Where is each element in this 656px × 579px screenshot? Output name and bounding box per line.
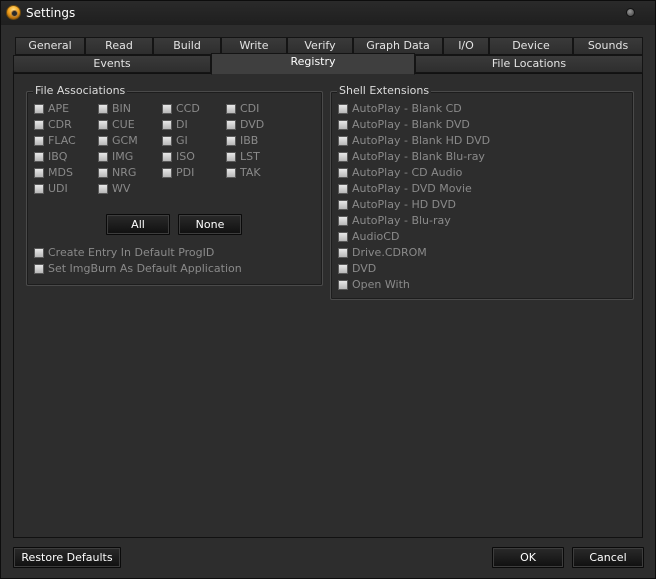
title-bar: Settings	[1, 1, 655, 25]
tab-general[interactable]: General	[15, 37, 85, 55]
assoc-cdi-label: CDI	[240, 102, 260, 115]
assoc-iso-checkbox[interactable]	[162, 152, 172, 162]
assoc-cue-label: CUE	[112, 118, 135, 131]
shell-autoplay-blu-ray-label: AutoPlay - Blu-ray	[352, 214, 451, 227]
tab-device[interactable]: Device	[489, 37, 573, 55]
shell-autoplay-cd-audio-checkbox[interactable]	[338, 168, 348, 178]
app-disc-icon	[6, 5, 21, 20]
assoc-ccd-checkbox[interactable]	[162, 104, 172, 114]
assoc-wv-label: WV	[112, 182, 131, 195]
shell-autoplay-hd-dvd-label: AutoPlay - HD DVD	[352, 198, 456, 211]
window-title: Settings	[26, 6, 76, 20]
assoc-lst-label: LST	[240, 150, 260, 163]
shell-autoplay-blank-cd-label: AutoPlay - Blank CD	[352, 102, 462, 115]
shell-audiocd-checkbox[interactable]	[338, 232, 348, 242]
assoc-iso-label: ISO	[176, 150, 195, 163]
none-button[interactable]: None	[178, 214, 242, 235]
assoc-ibq-checkbox[interactable]	[34, 152, 44, 162]
file-associations-label: File Associations	[33, 84, 128, 97]
assoc-ibq-label: IBQ	[48, 150, 68, 163]
all-button[interactable]: All	[106, 214, 170, 235]
shell-drive-cdrom-label: Drive.CDROM	[352, 246, 427, 259]
assoc-ape-checkbox[interactable]	[34, 104, 44, 114]
assoc-flac-checkbox[interactable]	[34, 136, 44, 146]
assoc-ape-label: APE	[48, 102, 70, 115]
set-imgburn-as-default-application-label: Set ImgBurn As Default Application	[48, 262, 242, 275]
assoc-cdr-label: CDR	[48, 118, 72, 131]
shell-audiocd-label: AudioCD	[352, 230, 400, 243]
assoc-mds-label: MDS	[48, 166, 73, 179]
assoc-gcm-checkbox[interactable]	[98, 136, 108, 146]
shell-autoplay-cd-audio-label: AutoPlay - CD Audio	[352, 166, 463, 179]
assoc-udi-label: UDI	[48, 182, 68, 195]
tab-read[interactable]: Read	[85, 37, 153, 55]
set-imgburn-as-default-application-checkbox[interactable]	[34, 264, 44, 274]
assoc-pdi-checkbox[interactable]	[162, 168, 172, 178]
assoc-gi-checkbox[interactable]	[162, 136, 172, 146]
shell-autoplay-blank-dvd-checkbox[interactable]	[338, 120, 348, 130]
assoc-gcm-label: GCM	[112, 134, 138, 147]
tab-i-o[interactable]: I/O	[443, 37, 489, 55]
shell-autoplay-blank-dvd-label: AutoPlay - Blank DVD	[352, 118, 470, 131]
assoc-img-checkbox[interactable]	[98, 152, 108, 162]
assoc-tak-checkbox[interactable]	[226, 168, 236, 178]
shell-extensions-label: Shell Extensions	[337, 84, 432, 97]
shell-autoplay-blank-cd-checkbox[interactable]	[338, 104, 348, 114]
tab-events[interactable]: Events	[13, 55, 211, 73]
shell-open-with-checkbox[interactable]	[338, 280, 348, 290]
assoc-di-checkbox[interactable]	[162, 120, 172, 130]
settings-window: Settings General Read Build Write Verify Grap…	[0, 0, 656, 579]
restore-defaults-button[interactable]: Restore Defaults	[13, 547, 121, 568]
assoc-tak-label: TAK	[240, 166, 261, 179]
cancel-button[interactable]: Cancel	[572, 547, 644, 568]
shell-dvd-checkbox[interactable]	[338, 264, 348, 274]
assoc-dvd-label: DVD	[240, 118, 265, 131]
shell-open-with-label: Open With	[352, 278, 410, 291]
assoc-ibb-label: IBB	[240, 134, 259, 147]
registry-tab-panel: File Associations APE BIN CCD CDI CDR CUE DI DV…	[13, 73, 643, 538]
assoc-bin-checkbox[interactable]	[98, 104, 108, 114]
assoc-wv-checkbox[interactable]	[98, 184, 108, 194]
assoc-cdr-checkbox[interactable]	[34, 120, 44, 130]
assoc-di-label: DI	[176, 118, 188, 131]
assoc-lst-checkbox[interactable]	[226, 152, 236, 162]
shell-autoplay-blu-ray-checkbox[interactable]	[338, 216, 348, 226]
assoc-img-label: IMG	[112, 150, 134, 163]
tab-sounds[interactable]: Sounds	[573, 37, 643, 55]
ok-button[interactable]: OK	[492, 547, 564, 568]
close-icon[interactable]	[626, 8, 635, 17]
file-associations-group: File Associations APE BIN CCD CDI CDR CUE DI DV…	[26, 84, 323, 286]
assoc-cdi-checkbox[interactable]	[226, 104, 236, 114]
assoc-dvd-checkbox[interactable]	[226, 120, 236, 130]
create-entry-in-default-progid-checkbox[interactable]	[34, 248, 44, 258]
shell-autoplay-blank-hd-dvd-label: AutoPlay - Blank HD DVD	[352, 134, 491, 147]
tab-file-locations[interactable]: File Locations	[415, 55, 643, 73]
assoc-ibb-checkbox[interactable]	[226, 136, 236, 146]
shell-autoplay-blank-hd-dvd-checkbox[interactable]	[338, 136, 348, 146]
assoc-nrg-checkbox[interactable]	[98, 168, 108, 178]
shell-autoplay-dvd-movie-checkbox[interactable]	[338, 184, 348, 194]
shell-autoplay-blank-blu-ray-checkbox[interactable]	[338, 152, 348, 162]
shell-dvd-label: DVD	[352, 262, 377, 275]
shell-extensions-group: Shell Extensions AutoPlay - Blank CD Auto…	[330, 84, 634, 300]
shell-autoplay-hd-dvd-checkbox[interactable]	[338, 200, 348, 210]
assoc-ccd-label: CCD	[176, 102, 200, 115]
assoc-cue-checkbox[interactable]	[98, 120, 108, 130]
assoc-pdi-label: PDI	[176, 166, 195, 179]
assoc-nrg-label: NRG	[112, 166, 137, 179]
assoc-mds-checkbox[interactable]	[34, 168, 44, 178]
shell-autoplay-blank-blu-ray-label: AutoPlay - Blank Blu-ray	[352, 150, 485, 163]
shell-drive-cdrom-checkbox[interactable]	[338, 248, 348, 258]
create-entry-in-default-progid-label: Create Entry In Default ProgID	[48, 246, 215, 259]
tab-registry[interactable]: Registry	[211, 53, 415, 75]
assoc-gi-label: GI	[176, 134, 188, 147]
assoc-udi-checkbox[interactable]	[34, 184, 44, 194]
shell-autoplay-dvd-movie-label: AutoPlay - DVD Movie	[352, 182, 472, 195]
assoc-bin-label: BIN	[112, 102, 132, 115]
assoc-flac-label: FLAC	[48, 134, 76, 147]
